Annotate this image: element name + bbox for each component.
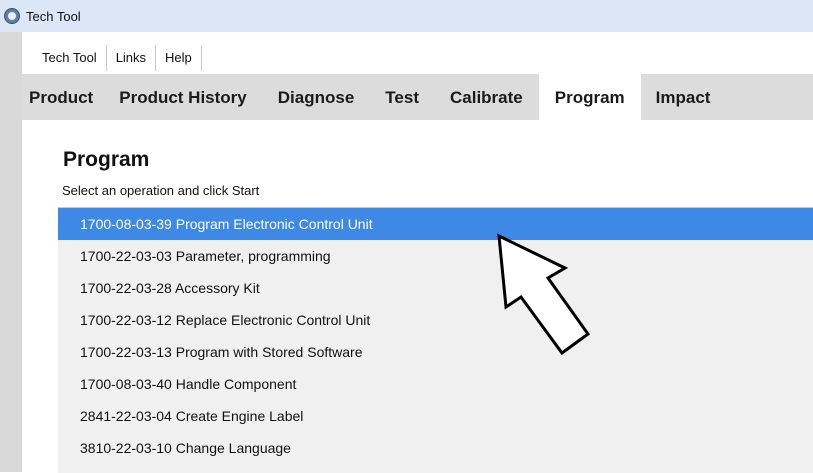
pointer-arrow-icon (497, 233, 591, 356)
